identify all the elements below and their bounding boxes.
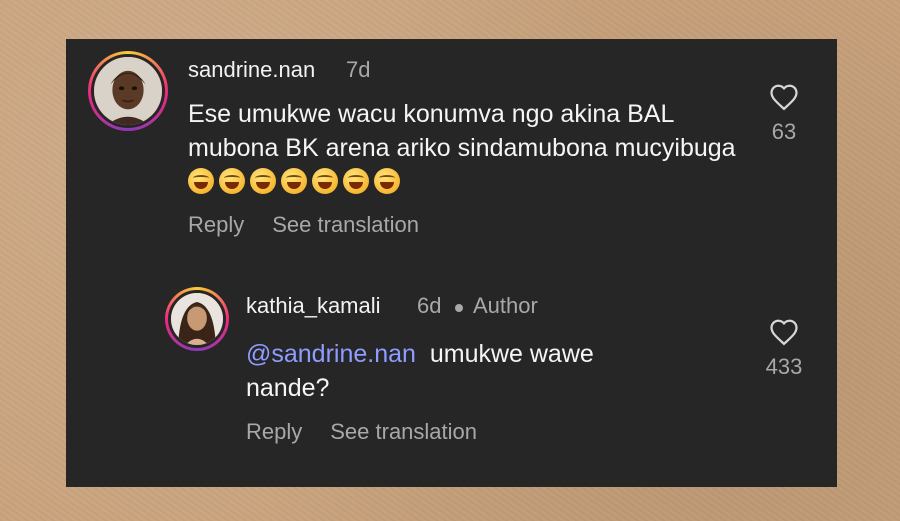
heart-icon[interactable] — [769, 83, 799, 111]
laughing-emoji-icon — [219, 168, 245, 194]
like-count: 63 — [771, 119, 797, 144]
comments-panel: sandrine.nan 7d Ese umukwe wacu konumva … — [66, 39, 837, 487]
reply-timestamp: 6d — [417, 293, 442, 318]
mention-link[interactable]: @sandrine.nan — [246, 340, 416, 368]
laughing-emoji-icon — [250, 168, 276, 194]
avatar-story-ring[interactable] — [165, 287, 229, 351]
laughing-emoji-icon — [343, 168, 369, 194]
laughing-emoji-icon — [374, 168, 400, 194]
avatar[interactable] — [91, 54, 165, 128]
comment-text: Ese umukwe wacu konumva ngo akina BAL mu… — [188, 97, 748, 199]
comment-actions: Reply See translation — [188, 212, 447, 238]
laughing-emoji-icon — [281, 168, 307, 194]
like-control: 63 — [764, 83, 804, 145]
laughing-emoji-icon — [188, 168, 214, 194]
comment-username[interactable]: sandrine.nan — [188, 57, 315, 83]
heart-icon[interactable] — [769, 318, 799, 346]
author-badge: Author — [473, 293, 538, 318]
see-translation-button[interactable]: See translation — [330, 419, 477, 444]
reply-button[interactable]: Reply — [246, 419, 302, 444]
separator-dot — [455, 304, 463, 312]
see-translation-button[interactable]: See translation — [272, 212, 419, 237]
reply-username[interactable]: kathia_kamali — [246, 293, 381, 319]
reply-button[interactable]: Reply — [188, 212, 244, 237]
like-control: 433 — [764, 318, 804, 380]
reply-actions: Reply See translation — [246, 419, 505, 445]
avatar[interactable] — [168, 290, 226, 348]
reply-text: @sandrine.nan umukwe wawe nande? — [246, 337, 666, 405]
avatar-story-ring[interactable] — [88, 51, 168, 131]
laughing-emoji-icon — [312, 168, 338, 194]
comment-timestamp: 7d — [346, 57, 371, 82]
emoji-group — [188, 168, 405, 196]
comment-body: Ese umukwe wacu konumva ngo akina BAL mu… — [188, 100, 736, 162]
like-count: 433 — [765, 354, 803, 379]
